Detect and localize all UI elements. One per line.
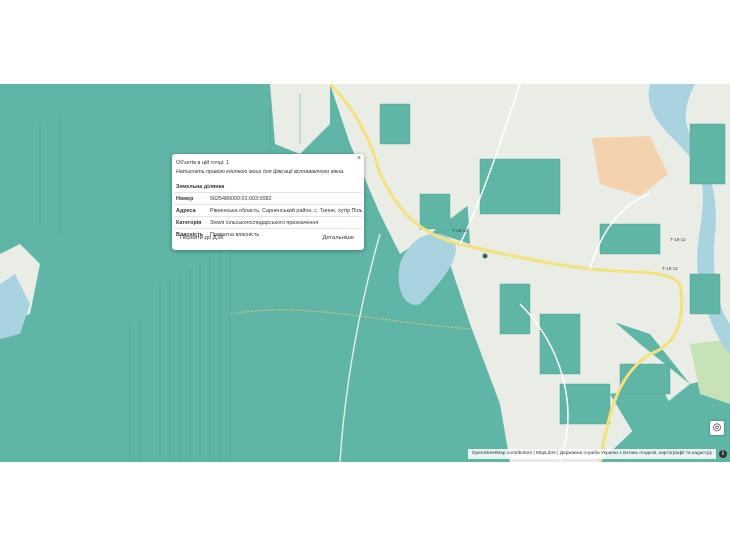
- road-label-2: Т-18-12: [662, 266, 678, 271]
- parcel-popup: × Об'єктів в цій точці: 1 Натисніть прав…: [172, 154, 364, 250]
- map-canvas[interactable]: [0, 84, 730, 462]
- locate-icon[interactable]: ◎: [710, 421, 724, 435]
- parcel-info-table: Номер 5625480000:01:003:0082 Адреса Рівн…: [174, 192, 362, 240]
- goto-dzk-button[interactable]: Перейти до ДЗК: [180, 235, 224, 241]
- poi-marker[interactable]: [482, 253, 488, 259]
- row-value: Землі сільськогосподарського призначення: [210, 219, 319, 226]
- object-count: Об'єктів в цій точці: 1: [176, 160, 230, 166]
- row-key: Категорія: [176, 219, 202, 226]
- parcel-title: Земельна ділянка: [176, 184, 225, 190]
- attribution: OpenStreetMap contributors | MapLibre | …: [467, 449, 716, 459]
- row-value: Рівненська область, Сарненський район, с…: [210, 207, 362, 214]
- table-row: Категорія Землі сільськогосподарського п…: [174, 216, 362, 229]
- map-view[interactable]: [0, 84, 730, 462]
- osm-link[interactable]: OpenStreetMap contributors: [472, 451, 532, 456]
- details-button[interactable]: Детальніше: [322, 235, 354, 241]
- info-icon[interactable]: i: [719, 450, 727, 458]
- row-value: 5625480000:01:003:0082: [210, 195, 272, 202]
- attribution-text: | MapLibre | Державна служба України з п…: [532, 451, 712, 456]
- table-row: Адреса Рівненська область, Сарненський р…: [174, 204, 362, 217]
- road-label-3: Т-18-12: [670, 237, 686, 242]
- road-label-1: Т-18-12: [452, 228, 468, 233]
- row-key: Номер: [176, 195, 194, 202]
- popup-hint: Натисніть правою кнопкою миші для фіксац…: [176, 169, 345, 175]
- table-row: Номер 5625480000:01:003:0082: [174, 192, 362, 205]
- row-key: Адреса: [176, 207, 196, 214]
- close-icon[interactable]: ×: [357, 155, 361, 162]
